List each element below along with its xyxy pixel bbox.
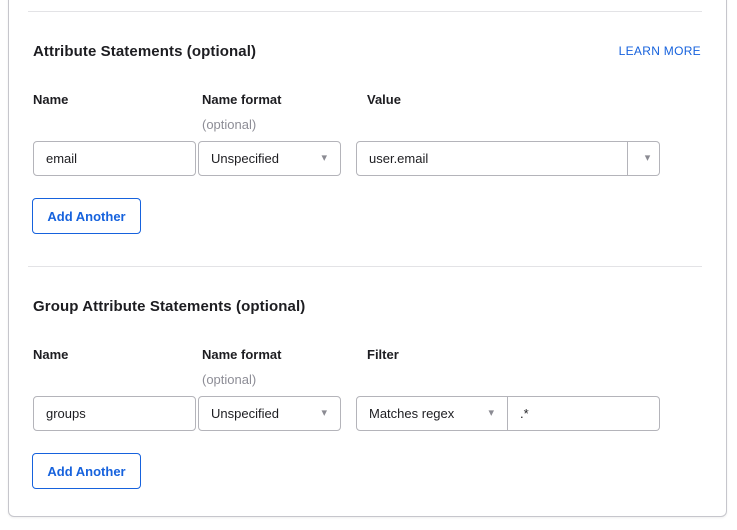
column-header-value: Value bbox=[367, 92, 401, 107]
chevron-down-icon: ▾ bbox=[321, 408, 327, 419]
attribute-name-format-select[interactable]: Unspecified ▾ bbox=[198, 141, 341, 176]
column-header-name-format: Name format bbox=[202, 347, 281, 362]
name-format-optional-hint: (optional) bbox=[202, 372, 256, 387]
group-attribute-statements-title: Group Attribute Statements (optional) bbox=[33, 298, 305, 315]
attribute-value-input[interactable] bbox=[356, 141, 628, 176]
attribute-value-combobox: ▾ bbox=[356, 141, 660, 176]
attribute-statements-title: Attribute Statements (optional) bbox=[33, 43, 256, 60]
chevron-down-icon: ▾ bbox=[488, 408, 494, 419]
saml-settings-page: Attribute Statements (optional) LEARN MO… bbox=[0, 0, 737, 530]
group-name-input[interactable] bbox=[33, 396, 196, 431]
column-header-filter: Filter bbox=[367, 347, 399, 362]
filter-condition-select[interactable]: Matches regex ▾ bbox=[356, 396, 508, 431]
section-divider bbox=[28, 266, 702, 267]
chevron-down-icon: ▾ bbox=[645, 153, 651, 164]
column-header-name: Name bbox=[33, 92, 68, 107]
name-format-selected-value: Unspecified bbox=[211, 406, 279, 421]
add-another-group-attribute-button[interactable]: Add Another bbox=[32, 453, 141, 489]
value-dropdown-toggle-button[interactable]: ▾ bbox=[628, 141, 660, 176]
group-filter-group: Matches regex ▾ bbox=[356, 396, 660, 431]
section-divider bbox=[28, 11, 702, 12]
name-format-optional-hint: (optional) bbox=[202, 117, 256, 132]
learn-more-link[interactable]: LEARN MORE bbox=[619, 44, 701, 58]
column-header-name: Name bbox=[33, 347, 68, 362]
name-format-selected-value: Unspecified bbox=[211, 151, 279, 166]
add-another-attribute-button[interactable]: Add Another bbox=[32, 198, 141, 234]
column-header-name-format: Name format bbox=[202, 92, 281, 107]
settings-card bbox=[8, 0, 727, 517]
attribute-name-input[interactable] bbox=[33, 141, 196, 176]
filter-condition-selected-value: Matches regex bbox=[369, 406, 454, 421]
filter-value-input[interactable] bbox=[508, 396, 660, 431]
group-name-format-select[interactable]: Unspecified ▾ bbox=[198, 396, 341, 431]
chevron-down-icon: ▾ bbox=[321, 153, 327, 164]
